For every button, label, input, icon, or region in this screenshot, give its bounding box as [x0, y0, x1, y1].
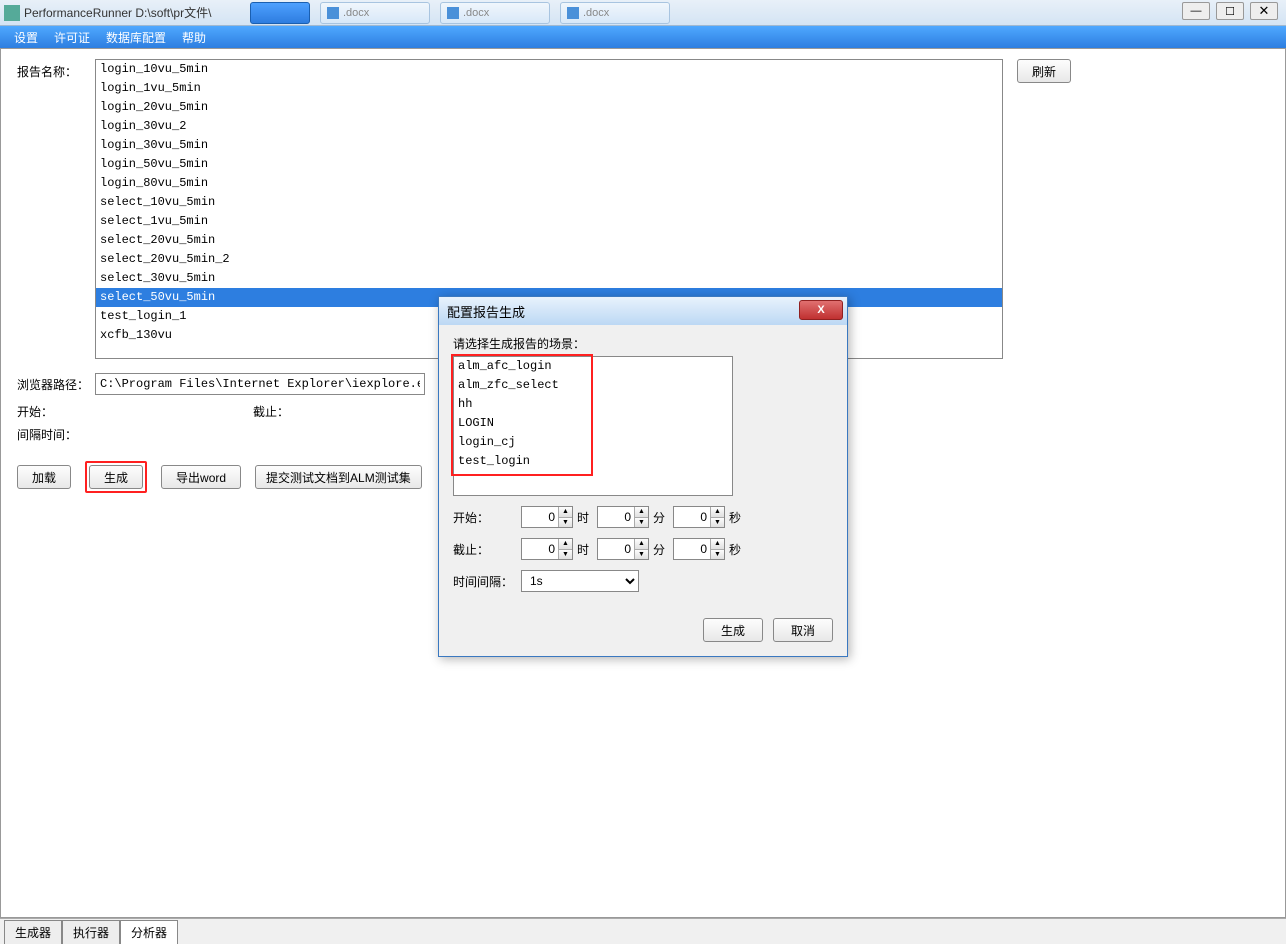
start-hour-spinner[interactable]: ▲▼: [521, 506, 573, 528]
report-list-item[interactable]: login_1vu_5min: [96, 79, 1002, 98]
spin-down-icon[interactable]: ▼: [635, 518, 648, 528]
taskbar-tab-doc1[interactable]: .docx: [320, 2, 430, 24]
hour-unit: 时: [577, 509, 593, 526]
end-min-spinner[interactable]: ▲▼: [597, 538, 649, 560]
end-hour-spinner[interactable]: ▲▼: [521, 538, 573, 560]
taskbar-tab-doc3[interactable]: .docx: [560, 2, 670, 24]
word-icon: [327, 7, 339, 19]
window-titlebar: PerformanceRunner D:\soft\pr文件\ .docx .d…: [0, 0, 1286, 26]
report-list-item[interactable]: login_80vu_5min: [96, 174, 1002, 193]
menu-license[interactable]: 许可证: [46, 27, 98, 48]
tab-analyzer[interactable]: 分析器: [120, 920, 178, 944]
window-title: PerformanceRunner D:\soft\pr文件\: [24, 4, 211, 21]
spin-down-icon[interactable]: ▼: [559, 550, 572, 560]
end-hour-input[interactable]: [522, 539, 558, 559]
generate-button[interactable]: 生成: [89, 465, 143, 489]
dialog-interval-label: 时间间隔：: [453, 573, 517, 590]
minute-unit: 分: [653, 509, 669, 526]
dialog-start-label: 开始：: [453, 509, 517, 526]
spin-up-icon[interactable]: ▲: [711, 539, 724, 550]
scene-list-item[interactable]: hh: [454, 395, 732, 414]
config-report-dialog: 配置报告生成 X 请选择生成报告的场景： alm_afc_loginalm_zf…: [438, 296, 848, 657]
end-label: 截止：: [253, 403, 289, 420]
spin-down-icon[interactable]: ▼: [711, 550, 724, 560]
spin-up-icon[interactable]: ▲: [559, 507, 572, 518]
menu-db-config[interactable]: 数据库配置: [98, 27, 174, 48]
report-list-item[interactable]: login_50vu_5min: [96, 155, 1002, 174]
start-sec-input[interactable]: [674, 507, 710, 527]
report-list-item[interactable]: select_10vu_5min: [96, 193, 1002, 212]
interval-label: 间隔时间：: [17, 426, 77, 443]
app-icon: [4, 5, 20, 21]
report-name-label: 报告名称：: [17, 59, 95, 80]
dialog-generate-button[interactable]: 生成: [703, 618, 763, 642]
end-min-input[interactable]: [598, 539, 634, 559]
spin-down-icon[interactable]: ▼: [711, 518, 724, 528]
end-sec-spinner[interactable]: ▲▼: [673, 538, 725, 560]
scene-list-item[interactable]: alm_zfc_select: [454, 376, 732, 395]
spin-up-icon[interactable]: ▲: [635, 539, 648, 550]
menu-settings[interactable]: 设置: [6, 27, 46, 48]
report-list-item[interactable]: login_30vu_2: [96, 117, 1002, 136]
submit-alm-button[interactable]: 提交测试文档到ALM测试集: [255, 465, 422, 489]
browser-path-input[interactable]: [95, 373, 425, 395]
second-unit: 秒: [729, 509, 745, 526]
dialog-titlebar[interactable]: 配置报告生成 X: [439, 297, 847, 325]
report-list-item[interactable]: select_1vu_5min: [96, 212, 1002, 231]
report-list-item[interactable]: login_30vu_5min: [96, 136, 1002, 155]
dialog-title-text: 配置报告生成: [447, 302, 525, 321]
tab-generator[interactable]: 生成器: [4, 920, 62, 944]
start-label: 开始：: [17, 403, 53, 420]
close-button[interactable]: ✕: [1250, 2, 1278, 20]
export-word-button[interactable]: 导出word: [161, 465, 241, 489]
taskbar-tabs: .docx .docx .docx: [250, 2, 670, 24]
scene-list[interactable]: alm_afc_loginalm_zfc_selecthhLOGINlogin_…: [453, 356, 733, 496]
minute-unit: 分: [653, 541, 669, 558]
refresh-button[interactable]: 刷新: [1017, 59, 1071, 83]
scene-list-item[interactable]: alm_afc_login: [454, 357, 732, 376]
browser-path-label: 浏览器路径：: [17, 376, 95, 393]
scene-list-item[interactable]: login_cj: [454, 433, 732, 452]
menu-help[interactable]: 帮助: [174, 27, 214, 48]
report-list-item[interactable]: login_20vu_5min: [96, 98, 1002, 117]
scene-list-item[interactable]: test_login: [454, 452, 732, 471]
spin-up-icon[interactable]: ▲: [635, 507, 648, 518]
bottom-tab-strip: 生成器 执行器 分析器: [0, 918, 1286, 944]
word-icon: [567, 7, 579, 19]
dialog-close-button[interactable]: X: [799, 300, 843, 320]
report-list-item[interactable]: login_10vu_5min: [96, 60, 1002, 79]
generate-highlight: 生成: [85, 461, 147, 493]
tab-executor[interactable]: 执行器: [62, 920, 120, 944]
start-sec-spinner[interactable]: ▲▼: [673, 506, 725, 528]
end-sec-input[interactable]: [674, 539, 710, 559]
scene-prompt-label: 请选择生成报告的场景：: [453, 335, 833, 352]
dialog-end-label: 截止：: [453, 541, 517, 558]
taskbar-tab-active[interactable]: [250, 2, 310, 24]
minimize-button[interactable]: —: [1182, 2, 1210, 20]
report-list-item[interactable]: select_20vu_5min: [96, 231, 1002, 250]
dialog-cancel-button[interactable]: 取消: [773, 618, 833, 642]
report-list-item[interactable]: select_30vu_5min: [96, 269, 1002, 288]
second-unit: 秒: [729, 541, 745, 558]
taskbar-tab-doc2[interactable]: .docx: [440, 2, 550, 24]
start-hour-input[interactable]: [522, 507, 558, 527]
word-icon: [447, 7, 459, 19]
maximize-button[interactable]: ☐: [1216, 2, 1244, 20]
scene-list-item[interactable]: LOGIN: [454, 414, 732, 433]
report-list-item[interactable]: select_20vu_5min_2: [96, 250, 1002, 269]
load-button[interactable]: 加载: [17, 465, 71, 489]
spin-up-icon[interactable]: ▲: [559, 539, 572, 550]
menubar: 设置 许可证 数据库配置 帮助: [0, 26, 1286, 48]
spin-down-icon[interactable]: ▼: [635, 550, 648, 560]
start-min-input[interactable]: [598, 507, 634, 527]
spin-down-icon[interactable]: ▼: [559, 518, 572, 528]
spin-up-icon[interactable]: ▲: [711, 507, 724, 518]
hour-unit: 时: [577, 541, 593, 558]
start-min-spinner[interactable]: ▲▼: [597, 506, 649, 528]
interval-select[interactable]: 1s: [521, 570, 639, 592]
